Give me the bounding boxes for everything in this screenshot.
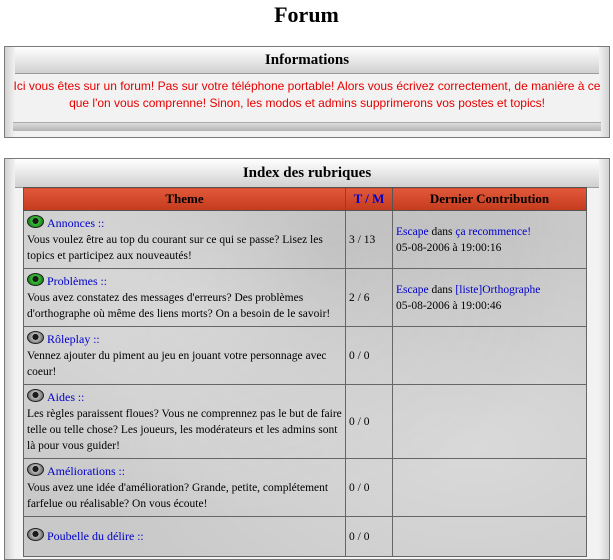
table-row: Problèmes :: Vous avez constatez des mess… <box>23 268 587 327</box>
rubric-separator: :: <box>97 276 107 288</box>
last-contribution-cell <box>392 516 587 557</box>
table-row: Annonces :: Vous voulez être au top du co… <box>23 210 587 269</box>
informations-panel: Informations Ici vous êtes sur un forum!… <box>4 46 610 138</box>
last-post-author-link[interactable]: Escape <box>396 284 429 296</box>
theme-cell: Rôleplay :: Vennez ajouter du piment au j… <box>23 326 346 385</box>
last-contribution-cell: Escape dans ça recommence! 05-08-2006 à 1… <box>392 210 587 269</box>
last-contribution-cell <box>392 384 587 459</box>
informations-title: Informations <box>15 47 599 74</box>
rubric-separator: :: <box>75 392 85 404</box>
rubric-link[interactable]: Améliorations <box>47 464 116 478</box>
column-header-theme: Theme <box>23 187 346 211</box>
rubric-link[interactable]: Poubelle du délire <box>47 529 134 543</box>
rubric-separator: :: <box>115 466 125 478</box>
last-post-in-text: dans <box>428 283 456 296</box>
table-header-row: Theme T / M Dernier Contribution <box>23 187 587 211</box>
rubric-separator: :: <box>95 218 105 230</box>
rubric-separator: :: <box>90 334 100 346</box>
rubric-description: Vous avez constatez des messages d'erreu… <box>27 292 331 320</box>
grey-orb-icon <box>27 528 44 541</box>
green-orb-icon <box>27 215 44 228</box>
topics-messages-count: 0 / 0 <box>345 326 393 385</box>
topics-messages-count: 3 / 13 <box>345 210 393 269</box>
index-title: Index des rubriques <box>15 159 599 188</box>
last-contribution-cell: Escape dans [liste]Orthographe 05-08-2006… <box>392 268 587 327</box>
theme-cell: Améliorations :: Vous avez une idée d'amé… <box>23 458 346 517</box>
topics-messages-count: 2 / 6 <box>345 268 393 327</box>
last-post-date: 05-08-2006 à 19:00:46 <box>396 299 502 312</box>
page-title: Forum <box>274 2 339 27</box>
forum-table: Theme T / M Dernier Contribution Annonce… <box>23 187 587 557</box>
rubric-link[interactable]: Problèmes <box>47 274 98 288</box>
panel-bottom-bar <box>13 122 601 131</box>
last-post-date: 05-08-2006 à 19:00:16 <box>396 241 502 254</box>
theme-cell: Annonces :: Vous voulez être au top du co… <box>23 210 346 269</box>
topics-messages-count: 0 / 0 <box>345 384 393 459</box>
rubric-description: Les règles paraissent floues? Vous ne co… <box>27 408 342 452</box>
column-header-last-contribution: Dernier Contribution <box>392 187 587 211</box>
theme-cell: Aides :: Les règles paraissent floues? Vo… <box>23 384 346 459</box>
rubric-link[interactable]: Aides <box>47 390 75 404</box>
rubric-link[interactable]: Rôleplay <box>47 332 90 346</box>
last-contribution-cell <box>392 326 587 385</box>
last-post-topic-link[interactable]: [liste]Orthographe <box>455 284 540 296</box>
table-row: Aides :: Les règles paraissent floues? Vo… <box>23 384 587 459</box>
topics-messages-count: 0 / 0 <box>345 516 393 557</box>
last-contribution-cell <box>392 458 587 517</box>
rubric-separator: :: <box>134 531 144 543</box>
index-panel: Index des rubriques Theme T / M Dernier … <box>4 158 610 560</box>
rubric-link[interactable]: Annonces <box>47 216 95 230</box>
rubric-description: Vous voulez être au top du courant sur c… <box>27 234 323 262</box>
last-post-author-link[interactable]: Escape <box>396 226 429 238</box>
green-orb-icon <box>27 273 44 286</box>
theme-cell: Poubelle du délire :: <box>23 516 346 557</box>
rubric-description: Vous avez une idée d'amélioration? Grand… <box>27 482 329 510</box>
grey-orb-icon <box>27 389 44 402</box>
theme-cell: Problèmes :: Vous avez constatez des mess… <box>23 268 346 327</box>
column-header-tm: T / M <box>345 187 393 211</box>
table-row: Poubelle du délire :: 0 / 0 <box>23 516 587 557</box>
rubric-description: Vennez ajouter du piment au jeu en jouan… <box>27 350 327 378</box>
topics-messages-count: 0 / 0 <box>345 458 393 517</box>
grey-orb-icon <box>27 331 44 344</box>
grey-orb-icon <box>27 463 44 476</box>
table-row: Améliorations :: Vous avez une idée d'amé… <box>23 458 587 517</box>
table-row: Rôleplay :: Vennez ajouter du piment au j… <box>23 326 587 385</box>
last-post-in-text: dans <box>428 225 456 238</box>
informations-text: Ici vous êtes sur un forum! Pas sur votr… <box>13 79 601 110</box>
last-post-topic-link[interactable]: ça recommence! <box>455 226 531 238</box>
